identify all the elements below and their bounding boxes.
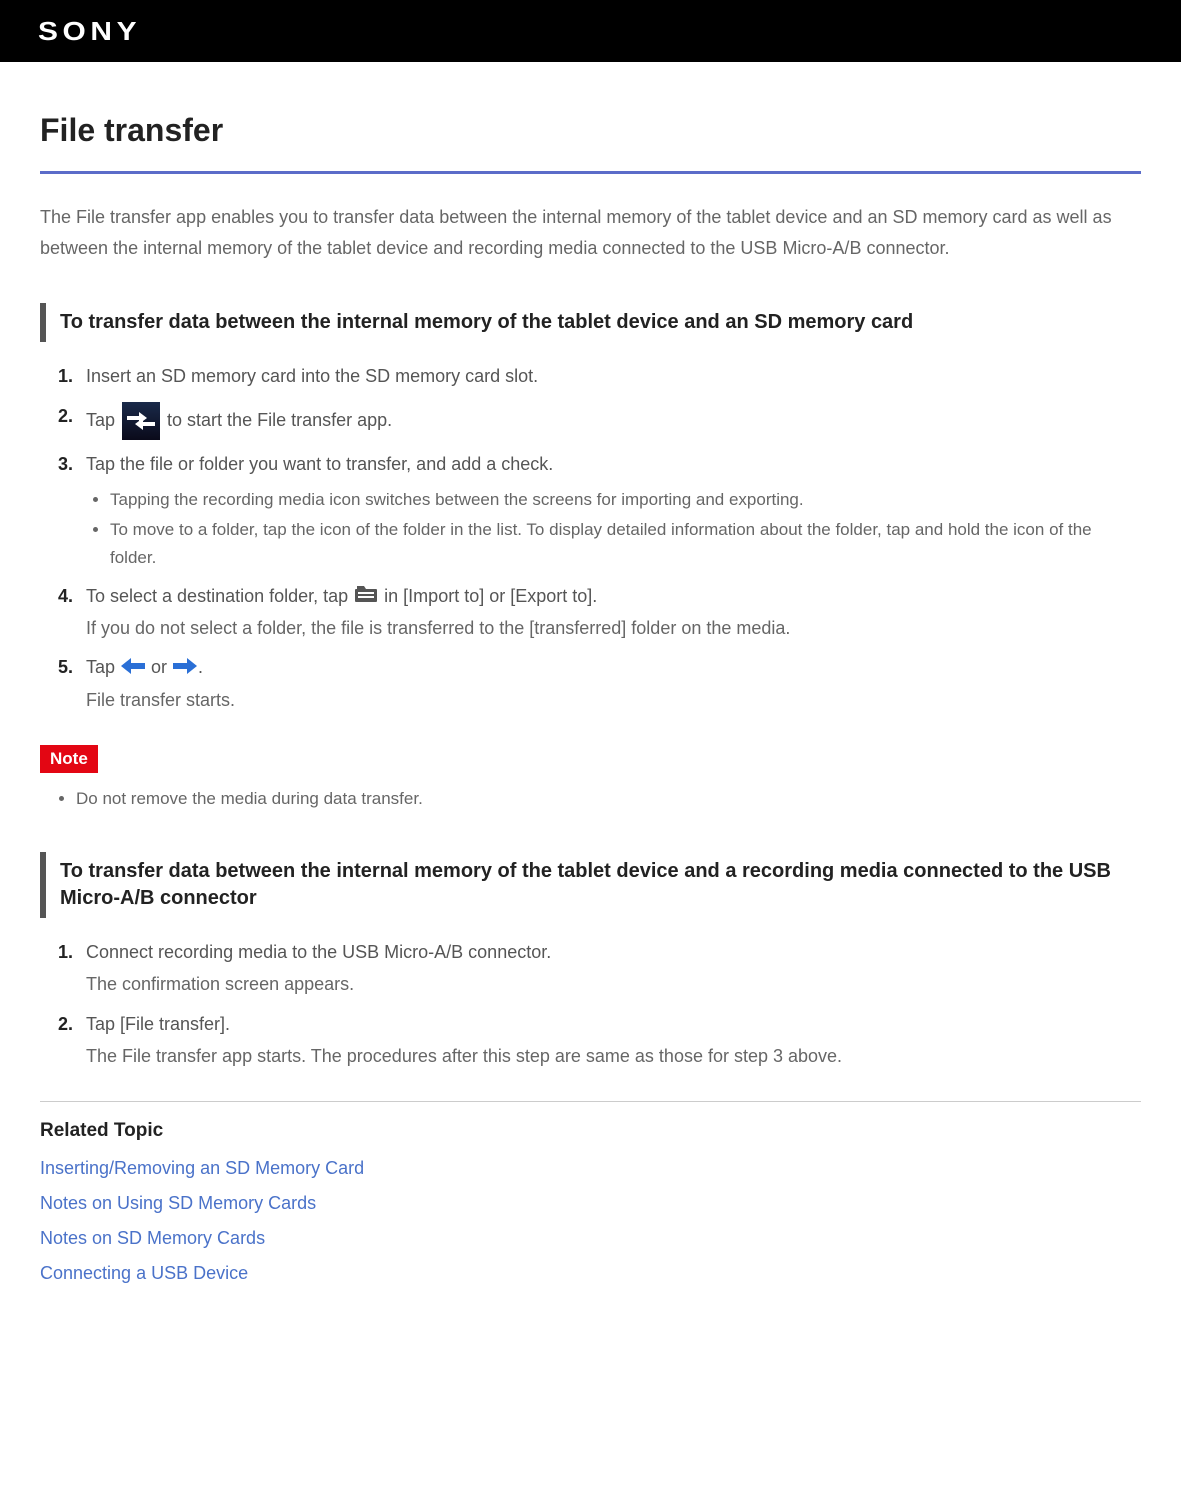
related-link-4[interactable]: Connecting a USB Device xyxy=(40,1263,1141,1284)
step-3-sublist: Tapping the recording media icon switche… xyxy=(86,486,1141,572)
file-transfer-app-icon xyxy=(122,402,160,440)
related-divider xyxy=(40,1101,1141,1102)
brand-logo: SONY xyxy=(38,16,141,47)
arrow-left-icon xyxy=(121,654,145,684)
related-topic-title: Related Topic xyxy=(40,1120,1141,1142)
s2-step-1-subtext: The confirmation screen appears. xyxy=(86,970,1141,1000)
section1-steps: Insert an SD memory card into the SD mem… xyxy=(40,362,1141,715)
related-link-2[interactable]: Notes on Using SD Memory Cards xyxy=(40,1193,1141,1214)
note-item-1: Do not remove the media during data tran… xyxy=(76,785,1141,812)
step-5-or: or xyxy=(146,657,172,677)
content-area: File transfer The File transfer app enab… xyxy=(0,62,1181,1318)
step-3-bullet-2: To move to a folder, tap the icon of the… xyxy=(110,516,1141,572)
step-4-text-a: To select a destination folder, tap xyxy=(86,586,353,606)
title-divider xyxy=(40,171,1141,174)
s2-step-2: Tap [File transfer]. The File transfer a… xyxy=(58,1010,1141,1071)
step-1: Insert an SD memory card into the SD mem… xyxy=(58,362,1141,392)
step-2-text-b: to start the File transfer app. xyxy=(162,410,392,430)
step-3-text: Tap the file or folder you want to trans… xyxy=(86,454,553,474)
arrow-right-icon xyxy=(173,654,197,684)
related-link-1[interactable]: Inserting/Removing an SD Memory Card xyxy=(40,1158,1141,1179)
step-5-text-b: . xyxy=(198,657,203,677)
section2-steps: Connect recording media to the USB Micro… xyxy=(40,938,1141,1071)
step-4: To select a destination folder, tap in [… xyxy=(58,582,1141,644)
section2-heading: To transfer data between the internal me… xyxy=(40,852,1141,918)
related-links: Inserting/Removing an SD Memory Card Not… xyxy=(40,1158,1141,1284)
s2-step-1: Connect recording media to the USB Micro… xyxy=(58,938,1141,999)
note-list: Do not remove the media during data tran… xyxy=(40,785,1141,812)
step-4-subtext: If you do not select a folder, the file … xyxy=(86,614,1141,644)
s2-step-2-text: Tap [File transfer]. xyxy=(86,1014,230,1034)
intro-paragraph: The File transfer app enables you to tra… xyxy=(40,202,1141,263)
related-link-3[interactable]: Notes on SD Memory Cards xyxy=(40,1228,1141,1249)
folder-icon xyxy=(355,582,377,612)
step-5-text-a: Tap xyxy=(86,657,120,677)
step-5: Tap or . File transfer starts. xyxy=(58,653,1141,715)
step-5-subtext: File transfer starts. xyxy=(86,686,1141,716)
step-3: Tap the file or folder you want to trans… xyxy=(58,450,1141,572)
page-title: File transfer xyxy=(40,112,1141,149)
step-1-text: Insert an SD memory card into the SD mem… xyxy=(86,366,538,386)
step-2: Tap to start the File transfer app. xyxy=(58,402,1141,440)
step-2-text-a: Tap xyxy=(86,410,120,430)
step-4-text-b: in [Import to] or [Export to]. xyxy=(379,586,597,606)
step-3-bullet-1: Tapping the recording media icon switche… xyxy=(110,486,1141,514)
note-badge: Note xyxy=(40,745,98,773)
s2-step-1-text: Connect recording media to the USB Micro… xyxy=(86,942,551,962)
section1-heading: To transfer data between the internal me… xyxy=(40,303,1141,342)
header-bar: SONY xyxy=(0,0,1181,62)
s2-step-2-subtext: The File transfer app starts. The proced… xyxy=(86,1042,1141,1072)
